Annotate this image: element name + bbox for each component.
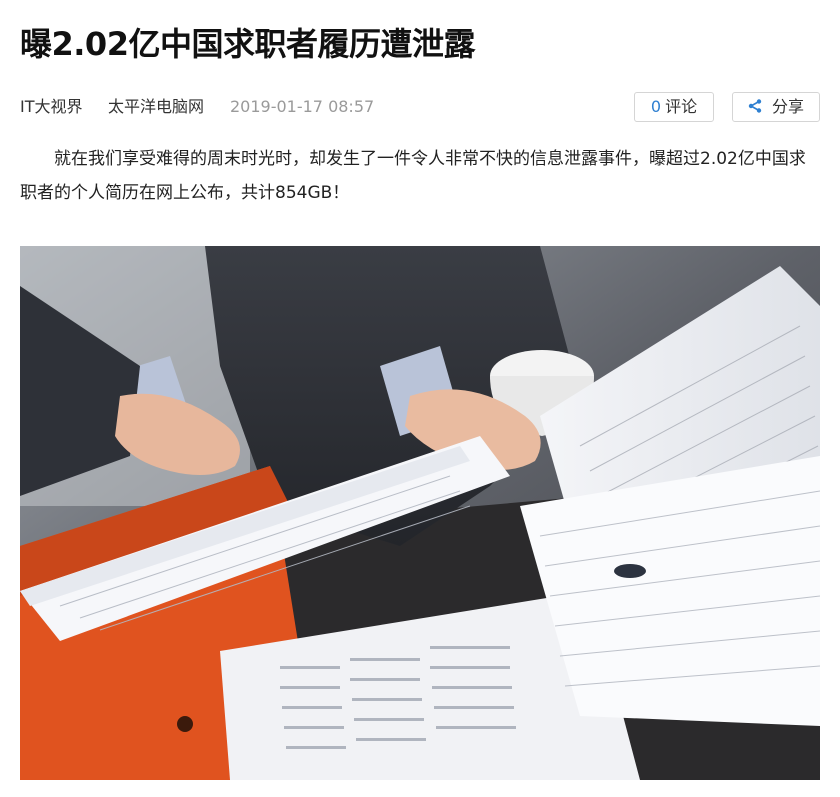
article-photo xyxy=(20,246,820,780)
article-title: 曝2.02亿中国求职者履历遭泄露 xyxy=(20,25,475,63)
share-label: 分享 xyxy=(771,97,804,116)
share-button[interactable]: 分享 xyxy=(732,92,820,122)
channel-link[interactable]: IT大视界 xyxy=(20,96,83,118)
share-icon xyxy=(748,99,762,113)
article-lead-paragraph: 就在我们享受难得的周末时光时，却发生了一件令人非常不快的信息泄露事件，曝超过2.… xyxy=(20,149,806,203)
publish-date: 2019-01-17 08:57 xyxy=(230,97,375,116)
documents-illustration xyxy=(20,246,820,780)
source-link[interactable]: 太平洋电脑网 xyxy=(108,96,204,118)
comment-button[interactable]: 0 评论 xyxy=(634,92,714,122)
comment-count: 0 xyxy=(650,97,662,116)
article-meta: IT大视界 太平洋电脑网 2019-01-17 08:57 0 评论 分享 xyxy=(20,90,820,124)
comment-label: 评论 xyxy=(665,97,698,116)
